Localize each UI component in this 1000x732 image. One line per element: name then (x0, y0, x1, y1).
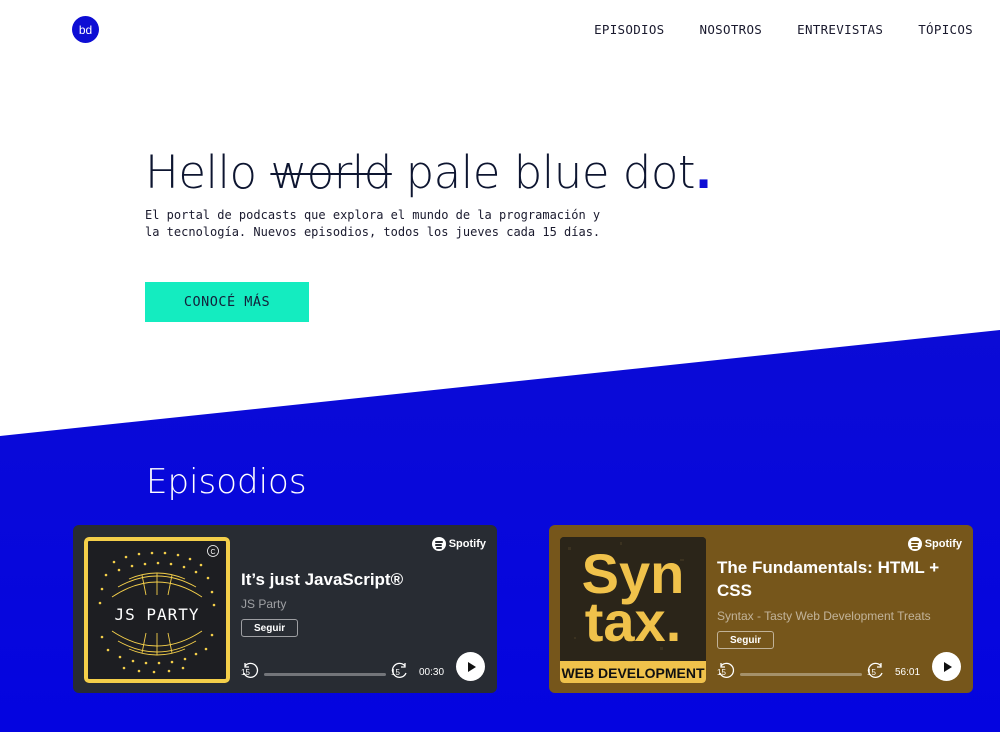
episode-title-line1: The Fundamentals: HTML + (717, 558, 940, 577)
episode-time: 56:01 (895, 667, 921, 678)
play-icon (467, 661, 476, 672)
hero-title: Hello world pale blue dot. (145, 146, 712, 199)
hero-title-start: Hello (145, 146, 257, 199)
spotify-logo[interactable]: Spotify (907, 537, 962, 551)
skip-back-15-icon[interactable]: 15 (241, 662, 259, 680)
hero-title-dot: . (695, 146, 712, 199)
js-party-cover-text: JS PARTY (114, 605, 199, 624)
hero-title-struck: world (270, 146, 392, 199)
spotify-logo[interactable]: Spotify (431, 537, 486, 551)
episode-title-line2: CSS (717, 581, 752, 600)
skip-back-seconds: 15 (241, 668, 250, 677)
syntax-cover-line2: tax. (585, 590, 682, 653)
skip-forward-seconds: 15 (391, 668, 400, 677)
follow-button[interactable]: Seguir (717, 631, 775, 649)
skip-forward-15-icon[interactable]: 15 (867, 662, 885, 680)
js-party-cover: C JS PARTY (84, 537, 230, 683)
conoce-mas-button[interactable]: CONOCÉ MÁS (145, 282, 309, 322)
episode-time: 00:30 (419, 667, 445, 678)
episode-title[interactable]: The Fundamentals: HTML + CSS (717, 556, 949, 602)
play-button[interactable] (932, 652, 961, 681)
nav-episodios[interactable]: EPISODIOS (594, 22, 664, 37)
nav-entrevistas[interactable]: ENTREVISTAS (797, 22, 883, 37)
spotify-brand-label: Spotify (924, 538, 962, 550)
hero-subtitle: El portal de podcasts que explora el mun… (145, 207, 605, 241)
follow-button[interactable]: Seguir (241, 619, 299, 637)
spotify-brand-label: Spotify (448, 538, 486, 550)
progress-track[interactable] (264, 673, 386, 676)
episode-title[interactable]: It’s just JavaScript® (241, 568, 473, 591)
syntax-cover: Syn tax. WEB DEVELOPMENT (560, 537, 706, 683)
spotify-icon (431, 537, 446, 551)
play-icon (943, 661, 952, 672)
episodes-title: Episodios (146, 462, 307, 502)
syntax-cover-art: Syn tax. WEB DEVELOPMENT (560, 537, 706, 683)
skip-forward-15-icon[interactable]: 15 (391, 662, 409, 680)
logo[interactable]: bd (72, 16, 99, 43)
skip-back-15-icon[interactable]: 15 (717, 662, 735, 680)
hero-subtitle-line2: la tecnología. Nuevos episodios, todos l… (145, 225, 601, 239)
episode-show-name[interactable]: Syntax - Tasty Web Development Treats (717, 609, 931, 623)
nav-nosotros[interactable]: NOSOTROS (700, 22, 763, 37)
skip-forward-seconds: 15 (867, 668, 876, 677)
nav-topicos[interactable]: TÓPICOS (918, 22, 973, 37)
main-nav: EPISODIOS NOSOTROS ENTREVISTAS TÓPICOS (594, 22, 973, 37)
play-button[interactable] (456, 652, 485, 681)
episode-show-name[interactable]: JS Party (241, 597, 286, 611)
episode-card-syntax: Syn tax. WEB DEVELOPMENT Spotify The Fun… (549, 525, 973, 693)
hero-title-end: pale blue dot (405, 146, 696, 199)
js-party-cover-art: C JS PARTY (84, 537, 230, 683)
syntax-cover-banner: WEB DEVELOPMENT (561, 665, 705, 681)
episode-card-js-party: C JS PARTY Spotify It’s just JavaScript®… (73, 525, 497, 693)
hero-subtitle-line1: El portal de podcasts que explora el mun… (145, 208, 601, 222)
js-party-cover-badge: C (210, 549, 215, 556)
spotify-icon (907, 537, 922, 551)
skip-back-seconds: 15 (717, 668, 726, 677)
progress-track[interactable] (740, 673, 862, 676)
